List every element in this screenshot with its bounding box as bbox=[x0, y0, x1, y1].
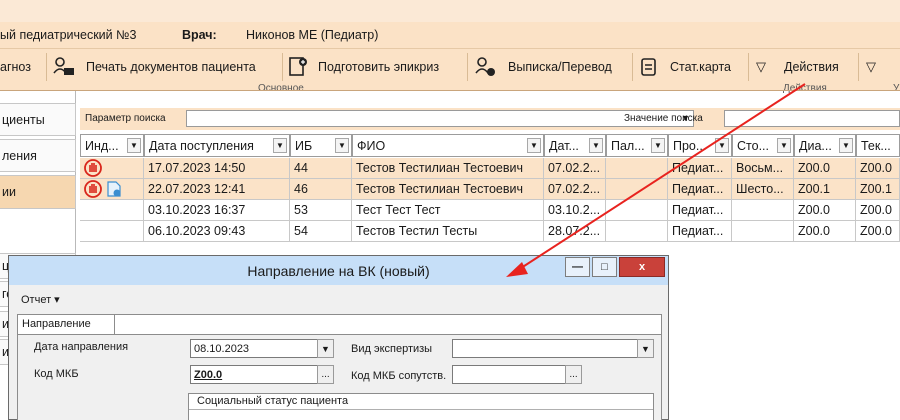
annotation-arrow-icon bbox=[506, 83, 806, 277]
